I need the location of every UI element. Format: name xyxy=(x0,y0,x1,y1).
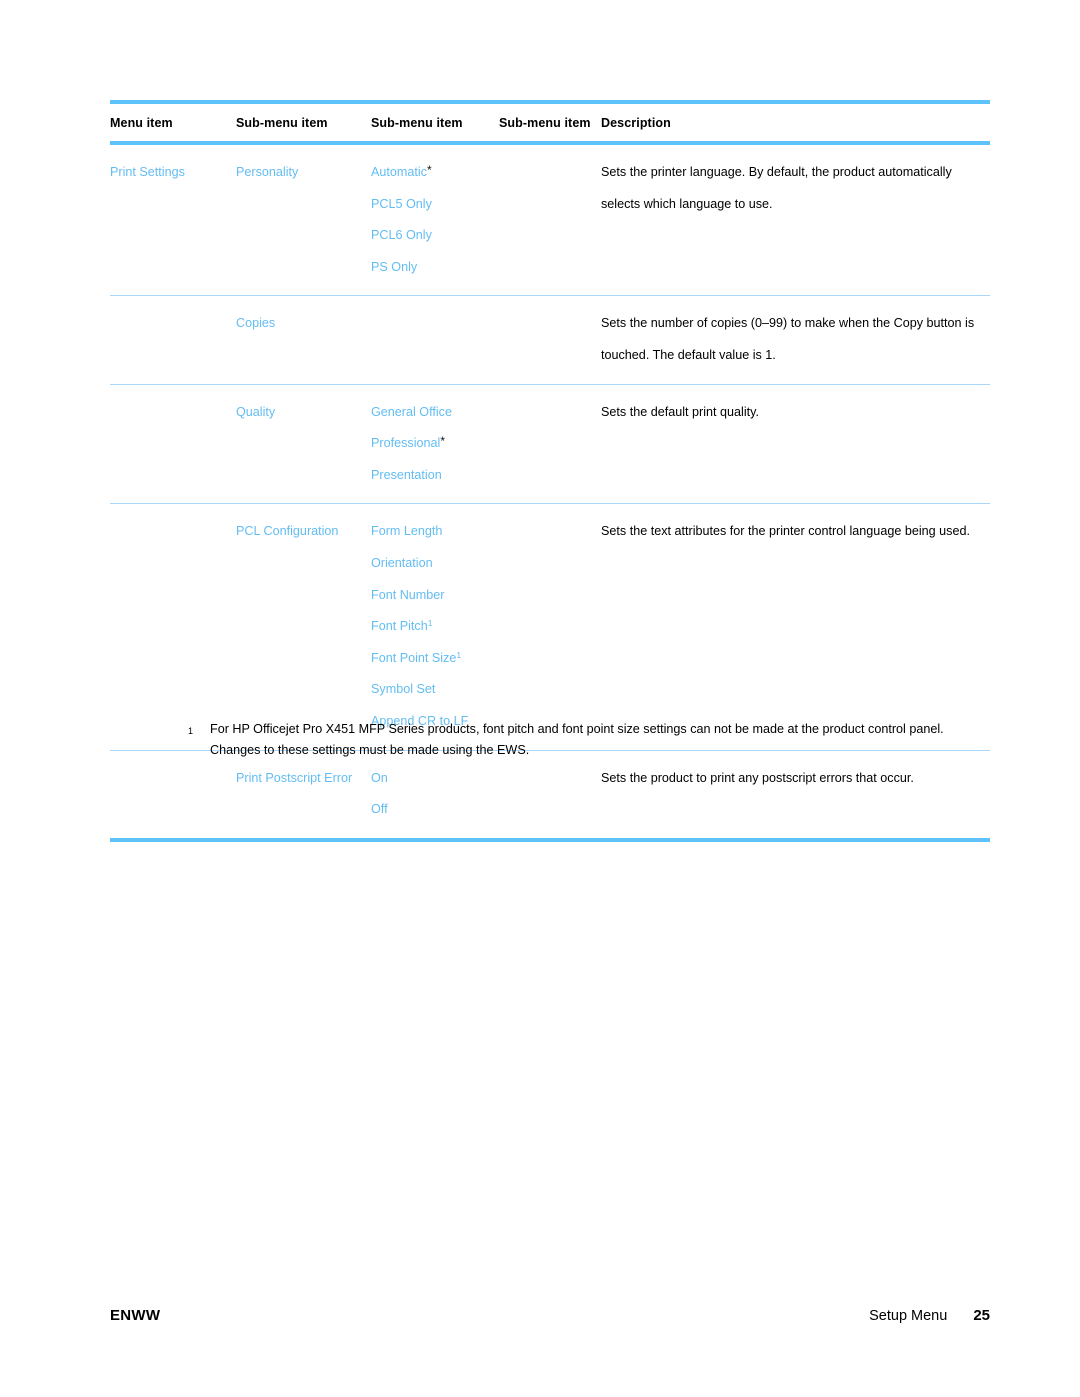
sub-menu-option-label: Automatic* xyxy=(371,163,432,179)
footnote-text: For HP Officejet Pro X451 MFP Series pro… xyxy=(210,722,944,757)
page-footer: ENWW Setup Menu 25 xyxy=(110,1307,990,1331)
sub-menu-option: Orientation xyxy=(371,548,489,580)
sub-menu-option: Presentation xyxy=(371,460,489,492)
cell-menu-item xyxy=(110,503,236,751)
footer-right: Setup Menu 25 xyxy=(869,1307,990,1324)
footnote-marker: 1 xyxy=(188,726,194,736)
sub-menu-option-label: Off xyxy=(371,802,388,817)
sub-menu-option: PS Only xyxy=(371,252,489,284)
sub-menu-option-label: General Office xyxy=(371,404,452,419)
cell-sub-menu-item-2: Automatic* PCL5 Only PCL6 Only PS Only xyxy=(371,143,499,297)
sub-menu-option: On xyxy=(371,763,489,795)
sub-menu-option: Font Point Size1 xyxy=(371,643,489,675)
sub-menu-option-label: PCL5 Only xyxy=(371,196,432,211)
cell-description: Sets the product to print any postscript… xyxy=(601,750,990,842)
sub-menu-option: Professional* xyxy=(371,428,489,460)
cell-description: Sets the default print quality. xyxy=(601,384,990,505)
cell-sub-menu-item-2 xyxy=(371,295,499,385)
cell-description: Sets the text attributes for the printer… xyxy=(601,503,990,751)
column-header-sub-menu-item-3: Sub-menu item xyxy=(499,100,601,145)
default-value-asterisk: * xyxy=(440,434,445,449)
table-row: Print Postscript Error On Off Sets the p… xyxy=(110,750,990,842)
column-header-sub-menu-item-2: Sub-menu item xyxy=(371,100,499,145)
table-row: Quality General Office Professional* Pre… xyxy=(110,384,990,505)
cell-sub-menu-item-1: PCL Configuration xyxy=(236,503,371,751)
cell-sub-menu-item-3 xyxy=(499,750,601,842)
column-header-menu-item: Menu item xyxy=(110,100,236,145)
sub-menu-option: Automatic* xyxy=(371,157,489,189)
column-header-description: Description xyxy=(601,100,990,145)
sub-menu-option-label: Form Length xyxy=(371,524,443,539)
description-text: Sets the product to print any postscript… xyxy=(601,770,914,785)
cell-sub-menu-item-1: Print Postscript Error xyxy=(236,750,371,842)
sub-menu-option-label: On xyxy=(371,770,388,785)
cell-sub-menu-item-2: On Off xyxy=(371,750,499,842)
footnote-reference: 1 xyxy=(456,649,462,660)
cell-description: Sets the printer language. By default, t… xyxy=(601,143,990,297)
cell-sub-menu-item-2: General Office Professional* Presentatio… xyxy=(371,384,499,505)
description-text: Sets the number of copies (0–99) to make… xyxy=(601,316,975,362)
footer-section-title: Setup Menu xyxy=(869,1308,948,1324)
default-value-asterisk: * xyxy=(427,163,432,177)
column-header-sub-menu-item-1: Sub-menu item xyxy=(236,100,371,145)
footnote: 1 For HP Officejet Pro X451 MFP Series p… xyxy=(110,719,990,761)
table-header: Menu item Sub-menu item Sub-menu item Su… xyxy=(110,100,990,145)
sub-menu-option-label: PS Only xyxy=(371,259,418,274)
sub-menu-option-label: Font Pitch1 xyxy=(371,618,433,634)
description-text: Sets the text attributes for the printer… xyxy=(601,524,970,539)
footer-page-number: 25 xyxy=(973,1307,990,1324)
footer-locale-label: ENWW xyxy=(110,1307,161,1324)
cell-sub-menu-item-1: Quality xyxy=(236,384,371,505)
sub-menu-option: PCL5 Only xyxy=(371,189,489,221)
table-row: Copies Sets the number of copies (0–99) … xyxy=(110,295,990,385)
sub-menu-option: Off xyxy=(371,794,489,826)
cell-sub-menu-item-3 xyxy=(499,384,601,505)
cell-description: Sets the number of copies (0–99) to make… xyxy=(601,295,990,385)
cell-sub-menu-item-3 xyxy=(499,503,601,751)
sub-menu-option: General Office xyxy=(371,397,489,429)
footnote-reference: 1 xyxy=(427,618,433,629)
sub-menu-option: Font Pitch1 xyxy=(371,611,489,643)
table-header-row: Menu item Sub-menu item Sub-menu item Su… xyxy=(110,100,990,145)
document-page: Menu item Sub-menu item Sub-menu item Su… xyxy=(0,0,1080,1397)
cell-sub-menu-item-1: Personality xyxy=(236,143,371,297)
sub-menu-option: Form Length xyxy=(371,516,489,548)
sub-menu-option-label: Font Number xyxy=(371,587,445,602)
cell-sub-menu-item-2: Form Length Orientation Font Number Font… xyxy=(371,503,499,751)
cell-menu-item xyxy=(110,295,236,385)
table-row: Print Settings Personality Automatic* PC… xyxy=(110,143,990,297)
sub-menu-option-label: Font Point Size1 xyxy=(371,649,462,665)
description-text: Sets the default print quality. xyxy=(601,404,759,419)
sub-menu-option: PCL6 Only xyxy=(371,220,489,252)
description-text: Sets the printer language. By default, t… xyxy=(601,165,952,211)
sub-menu-option: Symbol Set xyxy=(371,674,489,706)
cell-sub-menu-item-1: Copies xyxy=(236,295,371,385)
sub-menu-option: Font Number xyxy=(371,580,489,612)
sub-menu-option-label: Professional* xyxy=(371,434,445,451)
sub-menu-option-label: Symbol Set xyxy=(371,682,436,697)
sub-menu-option-label: Presentation xyxy=(371,467,442,482)
table-row: PCL Configuration Form Length Orientatio… xyxy=(110,503,990,751)
sub-menu-option-label: Orientation xyxy=(371,555,433,570)
cell-menu-item: Print Settings xyxy=(110,143,236,297)
sub-menu-option-label: PCL6 Only xyxy=(371,228,432,243)
cell-menu-item xyxy=(110,750,236,842)
cell-sub-menu-item-3 xyxy=(499,295,601,385)
cell-menu-item xyxy=(110,384,236,505)
cell-sub-menu-item-3 xyxy=(499,143,601,297)
